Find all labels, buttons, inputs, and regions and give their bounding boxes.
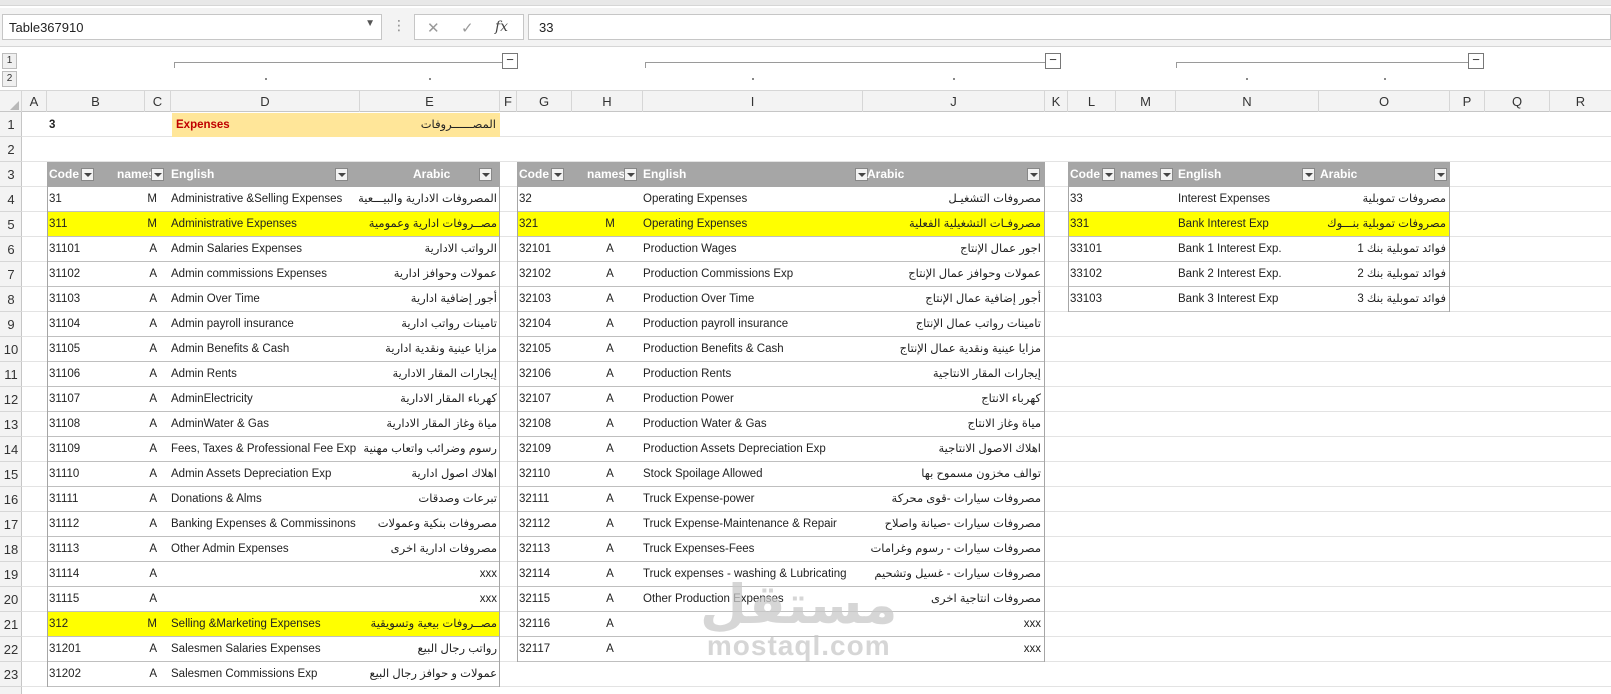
more-options-icon[interactable]: ⋮ [392,18,406,32]
row-header-4[interactable]: 4 [0,187,22,212]
check-icon[interactable]: ✓ [461,19,474,37]
outline-dot [1384,78,1386,80]
select-all-button[interactable] [0,91,22,112]
column-header-d[interactable]: D [171,91,360,112]
column-header-q[interactable]: Q [1485,91,1550,112]
collapse-group-icon[interactable]: − [502,53,518,69]
column-header-h[interactable]: H [572,91,643,112]
interest-table-frame [1068,162,1450,312]
watermark-arabic: مستقل [700,573,898,636]
outline-dot [752,78,754,80]
row-header-10[interactable]: 10 [0,337,22,362]
cell-e1[interactable]: المصــــــروفات [360,113,496,138]
outline-dot [265,78,267,80]
watermark-latin: mostaql.com [706,630,891,661]
formula-value: 33 [539,20,554,35]
row-header-1[interactable]: 1 [0,112,22,137]
row-header-19[interactable]: 19 [0,562,22,587]
row-header-18[interactable]: 18 [0,537,22,562]
row-header-13[interactable]: 13 [0,412,22,437]
row-header-3[interactable]: 3 [0,162,22,187]
outline-level-2-button[interactable]: 2 [2,71,17,87]
row-header-22[interactable]: 22 [0,637,22,662]
row-header-15[interactable]: 15 [0,462,22,487]
outline-dot [1246,78,1248,80]
outline-area: 1 2 [0,46,1611,90]
column-header-o[interactable]: O [1319,91,1450,112]
outline-dot [953,78,955,80]
column-header-f[interactable]: F [500,91,517,112]
column-header-l[interactable]: L [1068,91,1116,112]
outline-level-1-button[interactable]: 1 [2,53,17,69]
column-header-n[interactable]: N [1176,91,1319,112]
name-box[interactable]: Table367910 ▼ [2,14,382,40]
watermark: مستقل mostaql.com [700,578,898,660]
row-header-column: 1 2 3 4 5 6 7 8 9 10 11 12 13 14 15 16 17 18 19 20 21 22 23 [0,112,22,694]
select-all-icon [10,101,19,110]
cell-b1[interactable]: 3 [49,113,109,138]
column-header-j[interactable]: J [863,91,1045,112]
outline-dot [429,78,431,80]
collapse-group-icon[interactable]: − [1045,53,1061,69]
formula-input[interactable]: 33 [528,14,1611,40]
column-header-r[interactable]: R [1550,91,1611,112]
column-header-i[interactable]: I [643,91,863,112]
column-header-g[interactable]: G [517,91,572,112]
collapse-group-icon[interactable]: − [1468,53,1484,69]
column-header-a[interactable]: A [22,91,47,112]
row-header-14[interactable]: 14 [0,437,22,462]
column-header-m[interactable]: M [1116,91,1176,112]
chevron-down-icon[interactable]: ▼ [365,18,375,29]
column-header-row: A B C D E F G H I J K L M N O P Q R [0,90,1611,112]
outline-bracket [645,62,1045,63]
outline-bracket [1176,62,1468,63]
name-box-value: Table367910 [9,20,84,35]
row-header-7[interactable]: 7 [0,262,22,287]
formula-buttons: ✕ ✓ fx [414,14,524,40]
row-header-16[interactable]: 16 [0,487,22,512]
row-header-5[interactable]: 5 [0,212,22,237]
row-header-9[interactable]: 9 [0,312,22,337]
outline-bracket [174,62,502,63]
row-header-6[interactable]: 6 [0,237,22,262]
insert-function-icon[interactable]: fx [495,19,508,35]
column-header-c[interactable]: C [145,91,171,112]
column-header-b[interactable]: B [47,91,145,112]
row-header-17[interactable]: 17 [0,512,22,537]
row-header-11[interactable]: 11 [0,362,22,387]
close-icon[interactable]: ✕ [427,19,440,37]
column-header-p[interactable]: P [1450,91,1485,112]
admin-table-frame [47,162,500,687]
ribbon-edge [0,0,1611,6]
row-header-8[interactable]: 8 [0,287,22,312]
row-header-20[interactable]: 20 [0,587,22,612]
row-header-12[interactable]: 12 [0,387,22,412]
cell-d1[interactable]: Expenses [176,113,336,138]
row-header-2[interactable]: 2 [0,137,22,162]
column-header-e[interactable]: E [360,91,500,112]
row-header-21[interactable]: 21 [0,612,22,637]
row-header-23[interactable]: 23 [0,662,22,687]
column-header-k[interactable]: K [1045,91,1068,112]
